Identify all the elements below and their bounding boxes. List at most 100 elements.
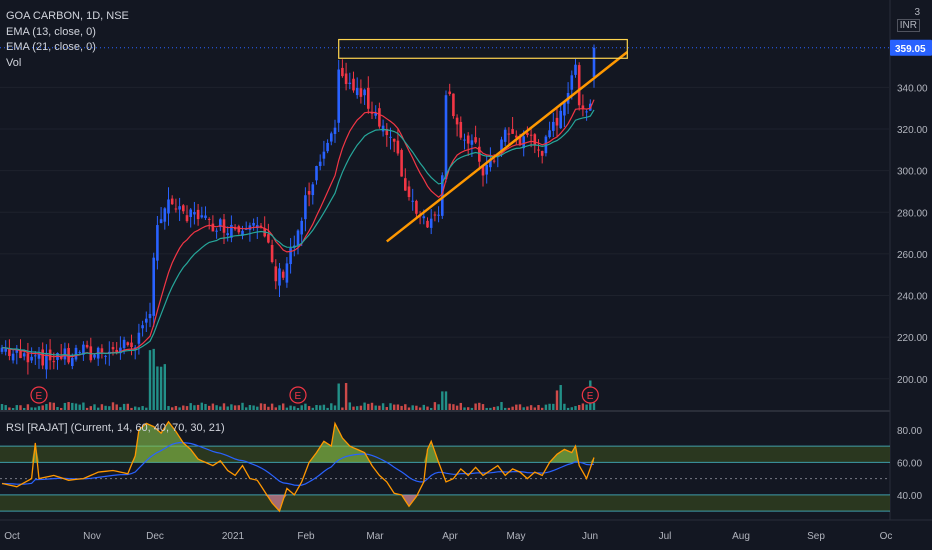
time-tick-label: Dec — [146, 531, 164, 542]
candle-body — [41, 349, 44, 366]
candle-body — [466, 135, 470, 144]
volume-bar — [97, 407, 100, 410]
candle-body — [93, 354, 96, 358]
legend-ema13[interactable]: EMA (13, close, 0) — [6, 25, 96, 40]
candle-body — [333, 127, 337, 134]
volume-bar — [196, 404, 200, 410]
volume-bar — [418, 407, 422, 410]
volume-bar — [352, 406, 355, 410]
volume-bar — [108, 406, 111, 410]
volume-bar — [111, 402, 115, 410]
volume-bar — [230, 404, 233, 410]
candle-body — [433, 214, 437, 216]
candle-body — [130, 342, 133, 348]
candle-body — [411, 200, 414, 202]
volume-bar — [467, 407, 470, 410]
currency-indicator: 3 INR — [896, 7, 920, 32]
volume-bar — [278, 405, 281, 410]
volume-bar — [82, 402, 85, 410]
volume-bar — [222, 403, 226, 410]
volume-bar — [163, 364, 166, 410]
candle-body — [507, 133, 511, 135]
volume-bar — [444, 391, 448, 410]
candle-body — [8, 349, 11, 356]
candle-body — [182, 205, 185, 212]
candle-body — [337, 69, 340, 123]
volume-bar — [233, 405, 237, 410]
volume-bar — [485, 407, 488, 410]
candle-body — [204, 215, 207, 219]
candle-body — [352, 78, 355, 91]
candle-body — [4, 348, 7, 352]
volume-bar — [363, 402, 366, 410]
volume-bar — [411, 405, 414, 410]
volume-bar — [552, 403, 555, 410]
candle-body — [145, 318, 148, 323]
volume-bar — [441, 391, 444, 410]
price-tick-label: 280.00 — [897, 208, 928, 219]
volume-bar — [537, 405, 540, 410]
candle-body — [285, 263, 289, 283]
volume-bar — [437, 404, 440, 410]
candle-body — [100, 348, 104, 353]
candle-body — [592, 47, 596, 78]
volume-bar — [470, 407, 474, 410]
candle-body — [148, 314, 152, 319]
candle-body — [330, 133, 333, 142]
volume-bar — [263, 403, 266, 410]
candle-body — [185, 215, 189, 222]
volume-bar — [304, 403, 307, 410]
symbol-title[interactable]: GOA CARBON, 1D, NSE — [6, 9, 129, 24]
volume-bar — [555, 390, 559, 410]
volume-bar — [241, 402, 244, 410]
candle-body — [326, 142, 329, 152]
candle-body — [226, 233, 229, 236]
candle-body — [404, 178, 407, 191]
candle-body — [167, 199, 170, 214]
volume-bar — [293, 406, 296, 410]
last-price-label: 359.05 — [895, 44, 926, 55]
volume-bar — [141, 406, 144, 410]
volume-bar — [156, 366, 159, 410]
stock-chart[interactable]: 340.00320.00300.00280.00260.00240.00220.… — [0, 0, 932, 550]
volume-bar — [45, 403, 48, 410]
volume-bar — [34, 407, 37, 410]
volume-bar — [578, 404, 581, 410]
volume-bar — [585, 404, 588, 410]
volume-bar — [37, 406, 41, 410]
candle-body — [407, 186, 411, 198]
volume-bar — [23, 407, 26, 410]
volume-bar — [341, 407, 344, 410]
earnings-label: E — [587, 391, 594, 402]
candle-body — [215, 230, 218, 232]
candle-body — [19, 351, 22, 359]
volume-bar — [130, 407, 133, 410]
candle-body — [34, 355, 37, 357]
volume-bar — [296, 407, 300, 410]
time-tick-label: Feb — [297, 531, 315, 542]
volume-bar — [389, 403, 392, 410]
volume-bar — [433, 402, 437, 410]
legend-ema21[interactable]: EMA (21, close, 0) — [6, 40, 96, 55]
volume-bar — [267, 406, 270, 410]
volume-bar — [348, 402, 351, 410]
candle-body — [207, 218, 211, 220]
price-tick-label: 300.00 — [897, 167, 928, 178]
candle-body — [415, 200, 418, 214]
candle-body — [574, 64, 577, 75]
currency-top: 3 — [914, 7, 920, 18]
candle-body — [300, 220, 303, 235]
legend-volume[interactable]: Vol — [6, 56, 21, 71]
volume-bar — [378, 405, 381, 410]
volume-bar — [326, 407, 329, 410]
volume-bar — [193, 405, 196, 410]
volume-bar — [500, 402, 503, 410]
candle-body — [533, 134, 537, 146]
legend-rsi[interactable]: RSI [RAJAT] (Current, 14, 60, 40, 70, 30… — [6, 421, 225, 436]
candle-body — [193, 212, 196, 215]
candle-body — [289, 248, 292, 265]
volume-bar — [559, 385, 562, 410]
candle-body — [389, 136, 392, 138]
volume-bar — [448, 403, 451, 410]
volume-bar — [544, 404, 548, 410]
